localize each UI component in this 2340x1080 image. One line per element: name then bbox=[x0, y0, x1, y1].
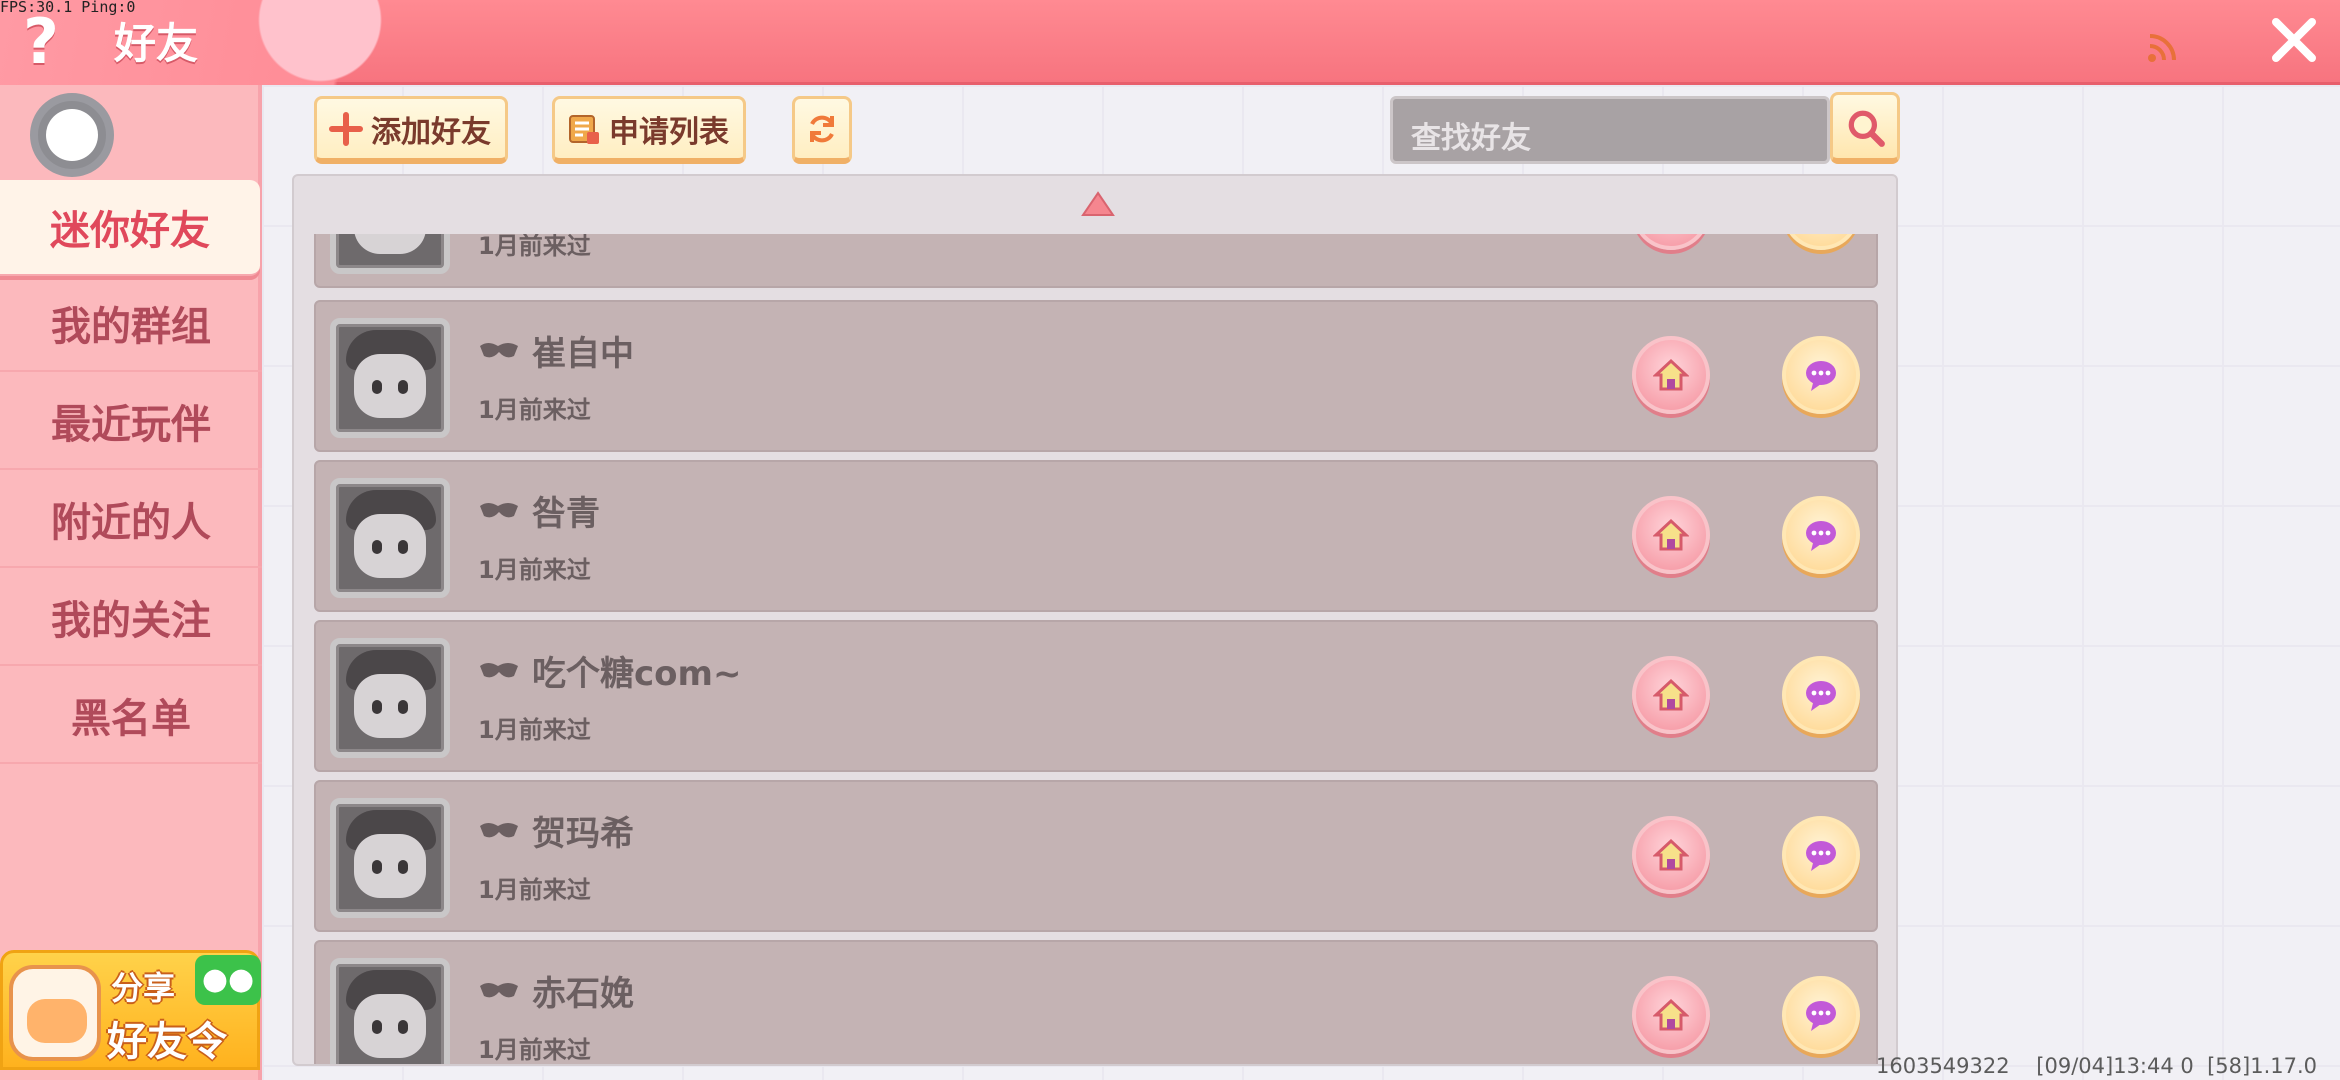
mask-icon bbox=[480, 343, 518, 358]
chat-bubble-icon bbox=[1806, 361, 1836, 391]
top-bar: ? 好友 bbox=[0, 0, 2340, 85]
chat-button[interactable] bbox=[1782, 234, 1860, 250]
request-list-icon bbox=[569, 114, 599, 144]
fps-readout: FPS:30.1 Ping:0 bbox=[0, 0, 136, 16]
friend-row[interactable]: 赤石娩 1月前来过 bbox=[314, 940, 1878, 1064]
last-seen-text: 1月前来过 bbox=[478, 396, 591, 424]
house-icon bbox=[1653, 678, 1689, 711]
plus-icon bbox=[329, 111, 363, 146]
friend-list-panel: 1月前来过 崔自中 1月前来过 咎青 1月前来过 吃个糖com~ 1月前来过 贺… bbox=[292, 174, 1898, 1066]
sidebar: 迷你好友 我的群组 最近玩伴 附近的人 我的关注 黑名单 ●● 分享 好友令 bbox=[0, 85, 262, 1080]
last-seen-text: 1月前来过 bbox=[478, 556, 591, 584]
last-seen-text: 1月前来过 bbox=[478, 876, 591, 904]
chat-button[interactable] bbox=[1782, 496, 1860, 574]
share-friend-code-button[interactable]: ●● 分享 好友令 bbox=[0, 950, 261, 1070]
close-icon[interactable] bbox=[2268, 14, 2320, 66]
mask-icon bbox=[480, 663, 518, 678]
mask-icon bbox=[480, 503, 518, 518]
friend-list: 1月前来过 崔自中 1月前来过 咎青 1月前来过 吃个糖com~ 1月前来过 贺… bbox=[314, 234, 1878, 1064]
help-button[interactable]: ? bbox=[14, 10, 68, 74]
friend-name: 崔自中 bbox=[532, 334, 634, 374]
chat-button[interactable] bbox=[1782, 976, 1860, 1054]
chat-bubble-icon bbox=[1806, 841, 1836, 871]
add-friend-button[interactable]: 添加好友 bbox=[314, 96, 508, 164]
visit-home-button[interactable] bbox=[1632, 336, 1710, 414]
refresh-button[interactable] bbox=[792, 96, 852, 164]
request-list-label: 申请列表 bbox=[609, 114, 729, 150]
visit-home-button[interactable] bbox=[1632, 234, 1710, 250]
avatar bbox=[330, 958, 450, 1064]
chat-button[interactable] bbox=[1782, 816, 1860, 894]
friend-row[interactable]: 崔自中 1月前来过 bbox=[314, 300, 1878, 452]
friend-row[interactable]: 咎青 1月前来过 bbox=[314, 460, 1878, 612]
chat-bubble-icon bbox=[1806, 1001, 1836, 1031]
sidebar-item-recent-players[interactable]: 最近玩伴 bbox=[0, 374, 262, 470]
friend-code-label: 好友令 bbox=[107, 1019, 227, 1065]
visit-home-button[interactable] bbox=[1632, 976, 1710, 1054]
sidebar-item-my-groups[interactable]: 我的群组 bbox=[0, 276, 262, 372]
refresh-icon bbox=[810, 115, 834, 142]
search-input[interactable]: 查找好友 bbox=[1390, 96, 1830, 164]
visit-home-button[interactable] bbox=[1632, 496, 1710, 574]
scroll-up-arrow-icon[interactable] bbox=[1080, 190, 1116, 218]
sidebar-item-following[interactable]: 我的关注 bbox=[0, 570, 262, 666]
friend-name: 吃个糖com~ bbox=[532, 654, 742, 694]
search-button[interactable] bbox=[1830, 92, 1900, 164]
last-seen-text: 1月前来过 bbox=[478, 716, 591, 744]
chat-bubble-icon bbox=[1806, 681, 1836, 711]
house-icon bbox=[1653, 838, 1689, 871]
version-info: 1603549322 [09/04]13:44 0 [58]1.17.0 bbox=[1876, 1054, 2318, 1078]
request-list-button[interactable]: 申请列表 bbox=[552, 96, 746, 164]
friend-name: 贺玛希 bbox=[532, 814, 634, 854]
chat-bubble-icon bbox=[1806, 521, 1836, 551]
add-friend-label: 添加好友 bbox=[371, 114, 491, 150]
chat-button[interactable] bbox=[1782, 656, 1860, 734]
avatar bbox=[330, 798, 450, 918]
page-title: 好友 bbox=[114, 19, 199, 68]
house-icon bbox=[1653, 518, 1689, 551]
house-icon bbox=[1653, 998, 1689, 1031]
friend-row[interactable]: 贺玛希 1月前来过 bbox=[314, 780, 1878, 932]
avatar bbox=[330, 638, 450, 758]
friend-row[interactable]: 1月前来过 bbox=[314, 234, 1878, 288]
share-label: 分享 bbox=[111, 969, 176, 1007]
toggle-switch[interactable] bbox=[30, 93, 114, 177]
friend-row[interactable]: 吃个糖com~ 1月前来过 bbox=[314, 620, 1878, 772]
sidebar-item-blacklist[interactable]: 黑名单 bbox=[0, 668, 262, 764]
mask-icon bbox=[480, 983, 518, 998]
avatar bbox=[330, 478, 450, 598]
mascot-icon bbox=[9, 965, 101, 1061]
visit-home-button[interactable] bbox=[1632, 816, 1710, 894]
wechat-icon: ●● bbox=[195, 955, 261, 1005]
avatar bbox=[330, 318, 450, 438]
avatar bbox=[330, 234, 450, 274]
last-seen-text: 1月前来过 bbox=[478, 1036, 591, 1064]
house-icon bbox=[1653, 358, 1689, 391]
sidebar-item-mini-friends[interactable]: 迷你好友 bbox=[0, 180, 260, 276]
mask-icon bbox=[480, 823, 518, 838]
sidebar-item-nearby[interactable]: 附近的人 bbox=[0, 472, 262, 568]
visit-home-button[interactable] bbox=[1632, 656, 1710, 734]
last-seen-text: 1月前来过 bbox=[478, 234, 591, 260]
friend-name: 赤石娩 bbox=[532, 974, 634, 1014]
friend-name: 咎青 bbox=[532, 494, 600, 534]
signal-icon bbox=[2148, 34, 2176, 62]
chat-button[interactable] bbox=[1782, 336, 1860, 414]
search-icon bbox=[1848, 110, 1885, 147]
